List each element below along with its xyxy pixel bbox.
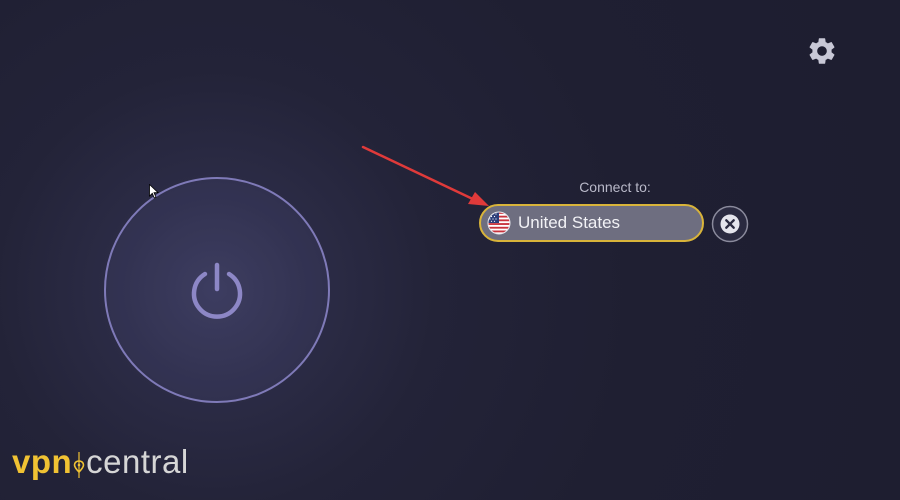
- location-pin-icon: [73, 452, 85, 478]
- location-selector[interactable]: United States: [479, 204, 704, 242]
- close-circle-icon: [711, 205, 749, 243]
- location-name: United States: [518, 213, 621, 232]
- mouse-cursor-icon: [149, 184, 159, 199]
- annotation-arrow: [361, 145, 489, 206]
- brand-vpn-text: vpn: [12, 443, 73, 480]
- gear-icon: [809, 38, 835, 64]
- power-icon: [191, 262, 243, 319]
- brand-central-text: central: [86, 443, 189, 480]
- settings-button[interactable]: [806, 35, 838, 67]
- power-button[interactable]: [104, 177, 330, 403]
- us-flag-icon: [487, 211, 511, 235]
- clear-location-button[interactable]: [711, 205, 749, 243]
- vpncentral-watermark: vpn central: [12, 440, 189, 484]
- connect-to-label: Connect to:: [579, 179, 651, 195]
